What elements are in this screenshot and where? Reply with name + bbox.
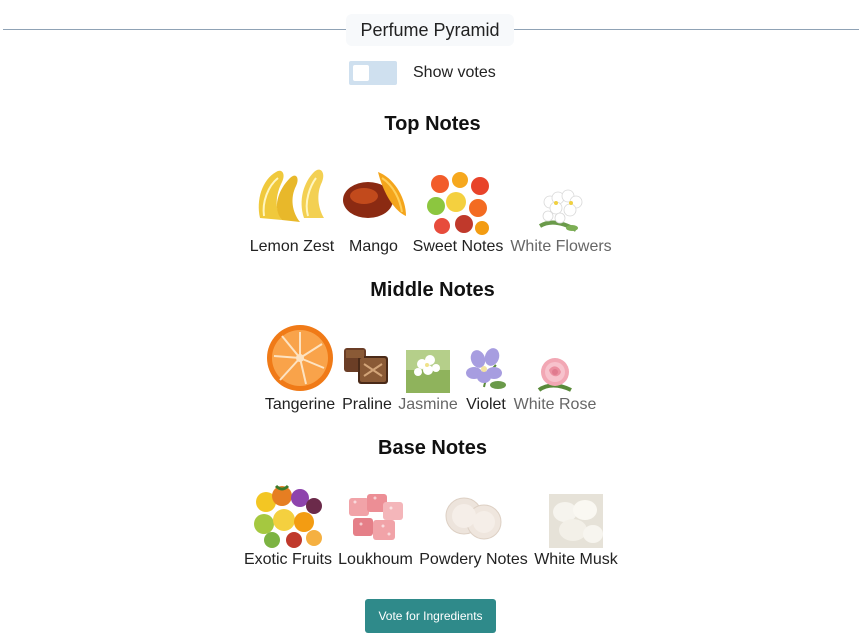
note-exotic-fruits[interactable]: Exotic Fruits (243, 480, 333, 572)
note-label: Jasmine (398, 396, 458, 413)
note-jasmine[interactable]: Jasmine (397, 322, 459, 416)
note-label: White Flowers (510, 238, 612, 255)
middle-notes-heading: Middle Notes (370, 279, 495, 301)
note-label: White Musk (534, 551, 618, 568)
note-label: Powdery Notes (419, 551, 528, 568)
page-title: Perfume Pyramid (346, 14, 514, 46)
exotic-fruits-image (254, 484, 322, 548)
note-violet[interactable]: Violet (464, 322, 508, 416)
note-label: Praline (342, 396, 392, 413)
powdery-notes-image (445, 497, 502, 540)
show-votes-label: Show votes (413, 64, 496, 81)
show-votes-row: Show votes (349, 61, 496, 85)
white-musk-image (549, 494, 603, 548)
base-notes-heading: Base Notes (378, 437, 487, 459)
note-label: Mango (349, 238, 398, 255)
vote-for-ingredients-button[interactable]: Vote for Ingredients (365, 599, 496, 633)
note-label: Sweet Notes (412, 238, 504, 255)
show-votes-toggle[interactable] (349, 61, 397, 85)
toggle-knob (353, 65, 369, 81)
note-lemon-zest[interactable]: Lemon Zest (249, 158, 335, 258)
note-white-musk[interactable]: White Musk (533, 480, 619, 572)
violet-image (466, 348, 506, 389)
note-tangerine[interactable]: Tangerine (264, 322, 336, 416)
lemon-zest-image (258, 169, 324, 222)
note-loukhoum[interactable]: Loukhoum (337, 480, 414, 572)
tangerine-image (267, 325, 333, 391)
note-powdery-notes[interactable]: Powdery Notes (418, 480, 529, 572)
white-rose-image (537, 358, 572, 392)
jasmine-image (406, 350, 450, 393)
page-title-text: Perfume Pyramid (360, 19, 500, 40)
note-white-flowers[interactable]: White Flowers (509, 158, 613, 258)
note-label: Loukhoum (338, 551, 413, 568)
note-mango[interactable]: Mango (340, 158, 407, 258)
sweet-notes-image (427, 172, 489, 235)
note-label: Violet (466, 396, 506, 413)
mango-image (343, 172, 406, 218)
note-label: Lemon Zest (249, 238, 335, 255)
note-praline[interactable]: Praline (340, 322, 394, 416)
note-label: Tangerine (264, 396, 336, 413)
note-label: Exotic Fruits (243, 551, 332, 568)
loukhoum-image (349, 494, 403, 540)
note-label: White Rose (513, 396, 597, 413)
top-notes-heading: Top Notes (384, 113, 481, 135)
note-white-rose[interactable]: White Rose (512, 322, 598, 416)
white-flowers-image (538, 189, 583, 232)
praline-image (344, 348, 388, 384)
note-sweet-notes[interactable]: Sweet Notes (411, 158, 505, 258)
